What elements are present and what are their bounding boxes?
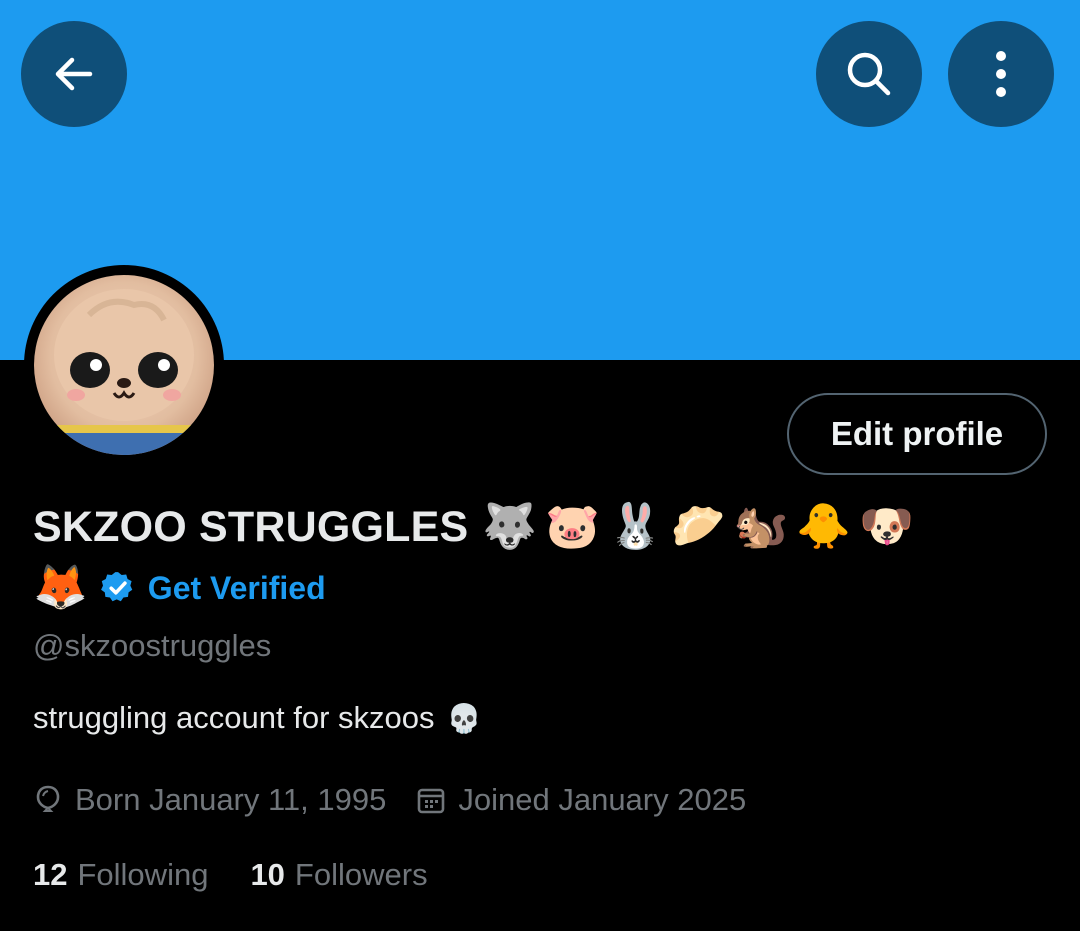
get-verified-link[interactable]: Get Verified	[148, 570, 326, 607]
balloon-icon	[36, 785, 60, 812]
wolf-emoji: 🐺	[482, 501, 538, 552]
chick-emoji: 🐥	[796, 501, 852, 552]
display-name: SKZOO STRUGGLES	[33, 502, 469, 551]
rabbit-emoji: 🐰	[608, 501, 663, 552]
chipmunk-emoji: 🐿️	[733, 501, 789, 552]
joined-item: Joined January 2025	[416, 782, 746, 818]
birthday-text: Born January 11, 1995	[75, 782, 387, 817]
following-count: 12	[33, 857, 68, 892]
following-link[interactable]: 12 Following	[33, 857, 208, 893]
verified-badge-icon	[100, 572, 133, 602]
more-vertical-icon	[996, 51, 1006, 97]
birthday-item: Born January 11, 1995	[33, 782, 386, 818]
search-icon	[847, 52, 891, 96]
followers-count: 10	[250, 857, 285, 892]
avatar-image	[34, 275, 214, 455]
search-button[interactable]	[816, 21, 922, 127]
bio: struggling account for skzoos 💀	[33, 700, 481, 736]
user-handle: @skzoostruggles	[33, 628, 272, 663]
dumpling-emoji: 🥟	[670, 501, 726, 552]
back-arrow-icon	[55, 57, 93, 91]
follow-stats: 12 Following 10 Followers	[33, 853, 470, 897]
fox-emoji: 🦊	[33, 562, 88, 613]
bio-text: struggling account for skzoos	[33, 700, 435, 735]
profile-meta: Born January 11, 1995 Joined January 202…	[33, 778, 776, 822]
skull-emoji: 💀	[446, 702, 482, 734]
profile-page: Edit profile SKZOO STRUGGLES 🐺 🐷 🐰 🥟 🐿️ …	[0, 0, 1080, 931]
pig-emoji: 🐷	[545, 501, 601, 552]
followers-link[interactable]: 10 Followers	[250, 857, 427, 893]
followers-label: Followers	[294, 857, 428, 892]
plush-face-image	[54, 289, 194, 455]
calendar-icon	[418, 788, 445, 814]
verification-row: 🦊 Get Verified	[33, 560, 326, 616]
avatar[interactable]	[24, 265, 224, 465]
display-name-row: SKZOO STRUGGLES 🐺 🐷 🐰 🥟 🐿️ 🐥 🐶	[33, 499, 914, 555]
back-button[interactable]	[21, 21, 127, 127]
dog-emoji: 🐶	[859, 501, 914, 552]
joined-text: Joined January 2025	[458, 782, 747, 817]
following-label: Following	[77, 857, 209, 892]
edit-profile-button[interactable]: Edit profile	[787, 393, 1047, 475]
more-options-button[interactable]	[948, 21, 1054, 127]
